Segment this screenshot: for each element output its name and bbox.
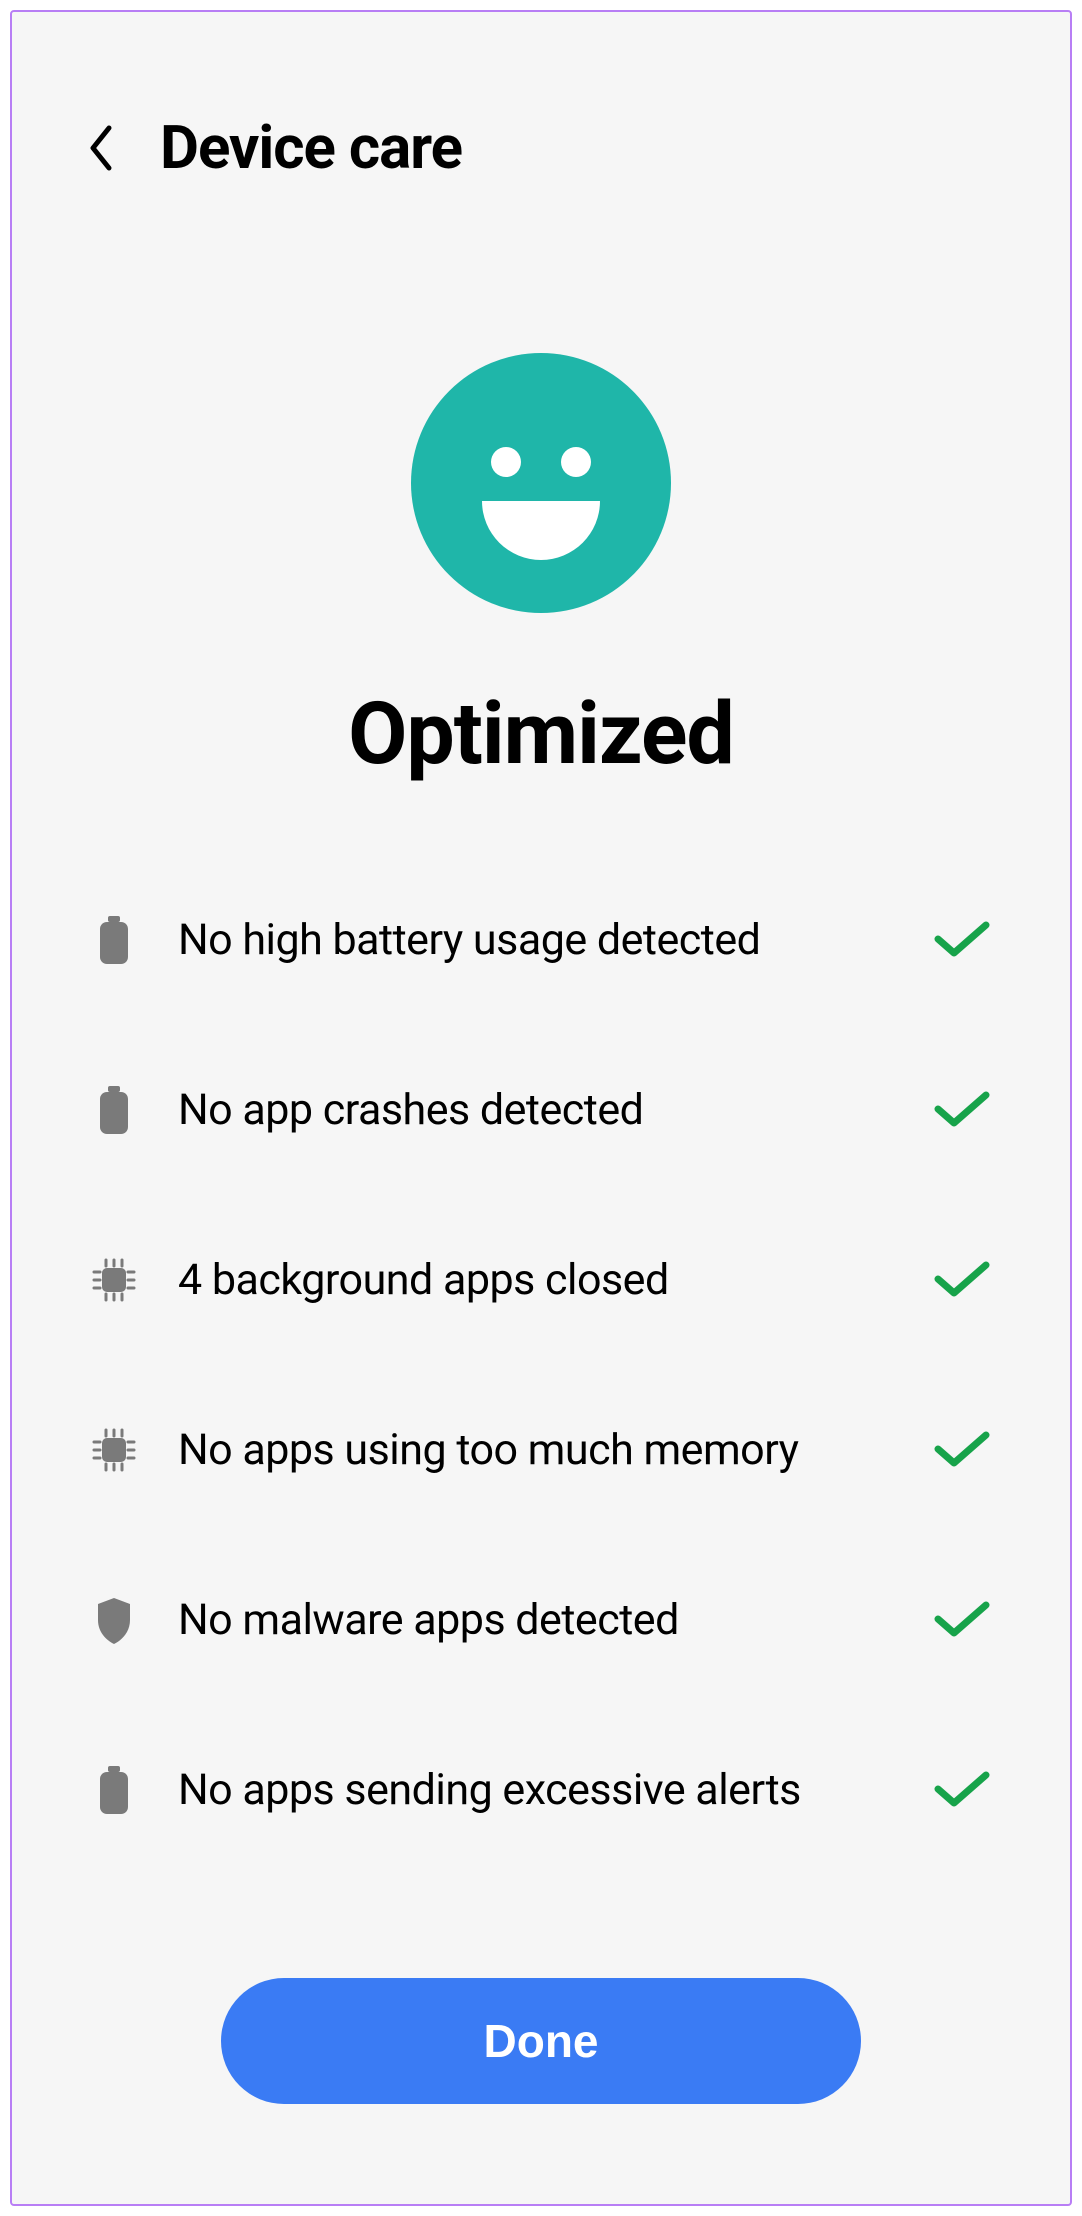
chip-icon [92,1254,136,1306]
list-item-label: No apps using too much memory [178,1425,892,1475]
done-button[interactable]: Done [221,1978,861,2104]
list-item-label: No app crashes detected [178,1085,892,1135]
results-list: No high battery usage detected No app cr… [12,914,1070,1816]
list-item-malware: No malware apps detected [92,1594,990,1646]
list-item-excessive-alerts: No apps sending excessive alerts [92,1764,990,1816]
check-icon [934,1431,990,1469]
list-item-memory-usage: No apps using too much memory [92,1424,990,1476]
check-icon [934,1601,990,1639]
list-item-battery-usage: No high battery usage detected [92,914,990,966]
check-icon [934,1771,990,1809]
check-icon [934,1091,990,1129]
list-item-app-crashes: No app crashes detected [92,1084,990,1136]
status-hero: Optimized [12,353,1070,784]
list-item-label: No apps sending excessive alerts [178,1765,892,1815]
battery-icon [92,1764,136,1816]
smiley-icon [411,353,671,613]
check-icon [934,921,990,959]
battery-icon [92,914,136,966]
device-care-screen: Device care Optimized No high battery us… [10,10,1072,2206]
shield-icon [92,1594,136,1646]
check-icon [934,1261,990,1299]
back-icon[interactable] [82,118,120,178]
list-item-label: No malware apps detected [178,1595,892,1645]
list-item-label: No high battery usage detected [178,915,892,965]
chip-icon [92,1424,136,1476]
page-title: Device care [160,112,462,183]
header: Device care [12,12,1070,183]
status-heading: Optimized [348,683,734,784]
battery-icon [92,1084,136,1136]
list-item-background-apps: 4 background apps closed [92,1254,990,1306]
list-item-label: 4 background apps closed [178,1255,892,1305]
